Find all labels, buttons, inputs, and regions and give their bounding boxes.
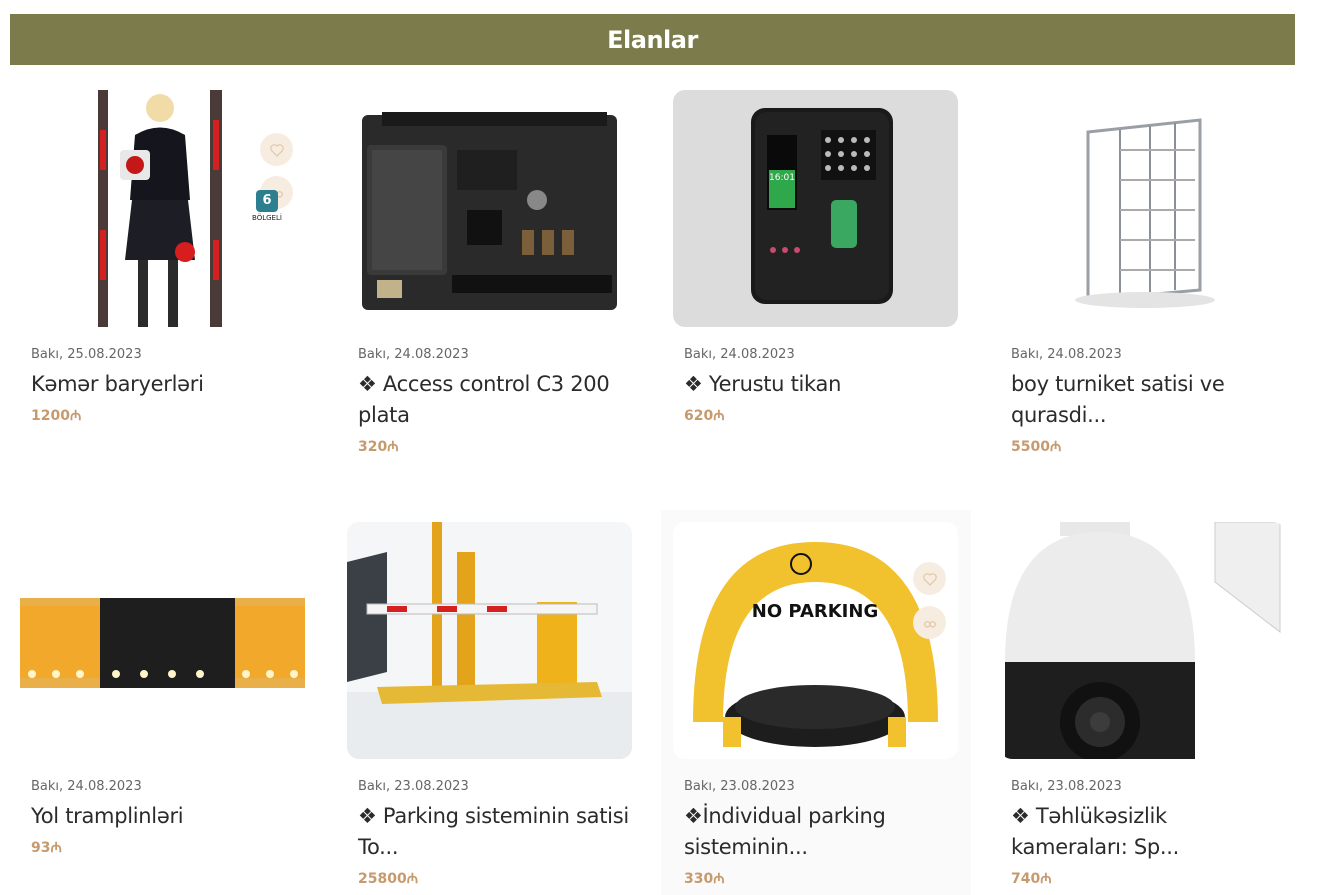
listing-price: 740₼	[1011, 871, 1052, 887]
listing-price: 5500₼	[1011, 439, 1062, 455]
device-time: 16:01	[769, 173, 795, 183]
listing-date: Bakı, 24.08.2023	[358, 347, 469, 362]
section-header: Elanlar	[10, 14, 1295, 65]
listing-title[interactable]: boy turniket satisi ve qurasdi...	[1011, 369, 1285, 431]
listing-image[interactable]	[347, 90, 632, 327]
listing-price: 93₼	[31, 840, 62, 856]
listing-date: Bakı, 23.08.2023	[1011, 779, 1122, 794]
listing-card[interactable]: Bakı, 23.08.2023 ❖ Təhlükəsizlik kameral…	[1000, 522, 1285, 888]
face-terminal-photo: 16:01	[751, 108, 893, 304]
listing-date: Bakı, 24.08.2023	[31, 779, 142, 794]
heart-icon	[269, 143, 284, 157]
listing-date: Bakı, 23.08.2023	[358, 779, 469, 794]
parking-barrier-photo	[347, 522, 632, 759]
listing-title[interactable]: ❖ Access control C3 200 plata	[358, 369, 632, 431]
heart-icon	[922, 572, 937, 586]
listing-date: Bakı, 24.08.2023	[1011, 347, 1122, 362]
turnstile-photo	[1075, 118, 1215, 308]
badge-label: BÖLGELİ	[252, 214, 282, 222]
listing-date: Bakı, 24.08.2023	[684, 347, 795, 362]
listing-card[interactable]: NO PARKING Bakı, 23.08.2023 ❖İndividual …	[673, 522, 958, 888]
access-control-board-photo	[362, 112, 617, 310]
listing-title[interactable]: Yol tramplinləri	[31, 801, 305, 832]
badge-number: 6	[256, 190, 278, 212]
listing-card[interactable]: Bakı, 23.08.2023 ❖ Parking sisteminin sa…	[347, 522, 632, 888]
sign-text: NO PARKING	[752, 601, 878, 622]
favorite-button[interactable]	[913, 562, 946, 595]
listing-price: 330₼	[684, 871, 725, 887]
listing-image[interactable]	[20, 522, 305, 759]
ptz-camera-photo	[1005, 522, 1281, 759]
section-title: Elanlar	[607, 25, 698, 54]
listing-title[interactable]: Kəmər baryerləri	[31, 369, 305, 400]
region-badge: 6 BÖLGELİ	[250, 190, 284, 222]
listing-card[interactable]: 16:01 Bakı, 24.08.2023 ❖ Yerustu tikan 6…	[673, 90, 958, 425]
listing-title[interactable]: ❖İndividual parking sisteminin...	[684, 801, 958, 863]
listing-image[interactable]: 16:01	[673, 90, 958, 327]
listing-image[interactable]	[1000, 90, 1285, 327]
listing-image[interactable]: 6 BÖLGELİ	[20, 90, 305, 327]
favorite-button[interactable]	[260, 133, 293, 166]
listing-price: 1200₼	[31, 408, 82, 424]
listing-title[interactable]: ❖ Təhlükəsizlik kameraları: Sp...	[1011, 801, 1285, 863]
listing-image[interactable]	[1000, 522, 1285, 759]
listing-title[interactable]: ❖ Parking sisteminin satisi To...	[358, 801, 632, 863]
compare-button[interactable]	[913, 606, 946, 639]
listing-price: 320₼	[358, 439, 399, 455]
speed-bump-photo	[20, 598, 305, 688]
listing-price: 620₼	[684, 408, 725, 424]
listing-price: 25800₼	[358, 871, 419, 887]
listing-card[interactable]: Bakı, 24.08.2023 Yol tramplinləri 93₼	[20, 522, 305, 857]
listing-image[interactable]: NO PARKING	[673, 522, 958, 759]
listing-card[interactable]: Bakı, 24.08.2023 ❖ Access control C3 200…	[347, 90, 632, 456]
listing-image[interactable]	[347, 522, 632, 759]
listing-card[interactable]: Bakı, 24.08.2023 boy turniket satisi ve …	[1000, 90, 1285, 456]
compare-icon	[923, 620, 936, 628]
listing-title[interactable]: ❖ Yerustu tikan	[684, 369, 958, 400]
listing-card[interactable]: 6 BÖLGELİ Bakı, 25.08.2023 Kəmər baryerl…	[20, 90, 305, 425]
parking-lock-photo: NO PARKING	[693, 542, 938, 747]
listing-date: Bakı, 25.08.2023	[31, 347, 142, 362]
listing-date: Bakı, 23.08.2023	[684, 779, 795, 794]
